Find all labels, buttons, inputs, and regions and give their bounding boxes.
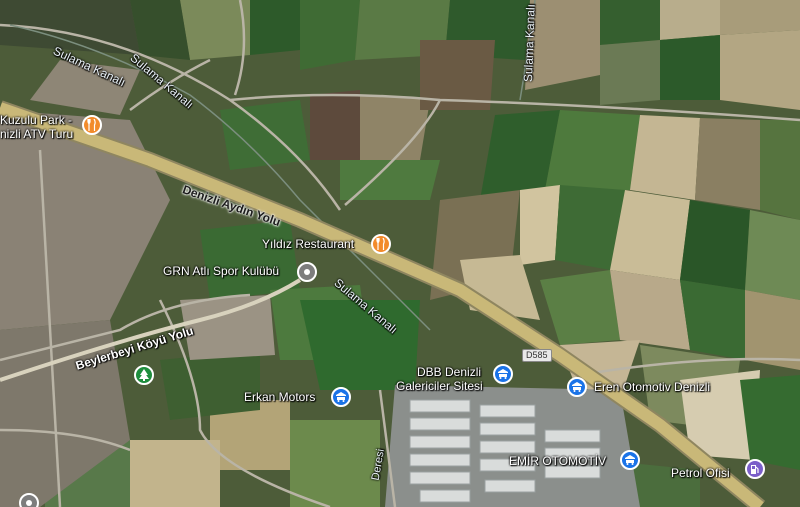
satellite-map[interactable]: Denizli Aydın Yolu Beylerbeyi Köyü Yolu … [0, 0, 800, 507]
place-label-yildiz[interactable]: Yıldız Restaurant [262, 238, 354, 250]
place-label-dbb-2[interactable]: Galericiler Sitesi [396, 380, 483, 392]
club-pin-grn[interactable] [297, 262, 317, 282]
place-label-erkan[interactable]: Erkan Motors [244, 391, 315, 403]
place-label-kuzulu-2[interactable]: nizli ATV Turu [0, 128, 73, 140]
place-label-eren[interactable]: Eren Otomotiv Denizli [594, 381, 710, 393]
place-label-kuzulu-1[interactable]: Kuzulu Park - [0, 114, 72, 126]
fork-knife-icon [87, 119, 96, 131]
business-pin-eren[interactable] [567, 377, 587, 397]
fuel-pin-petrol[interactable] [745, 459, 765, 479]
car-dealer-icon [625, 455, 635, 465]
car-dealer-icon [572, 382, 582, 392]
fork-knife-icon [376, 238, 385, 250]
park-pin[interactable] [134, 365, 154, 385]
place-label-emir[interactable]: EMİR OTOMOTİV [509, 455, 606, 467]
dot-pin-icon [304, 269, 310, 275]
canal-label-3: Sulama Kanalı [521, 3, 538, 83]
place-label-dbb-1[interactable]: DBB Denizli [417, 366, 481, 378]
car-dealer-icon [336, 392, 346, 402]
restaurant-pin-kuzulu[interactable] [82, 115, 102, 135]
restaurant-pin-yildiz[interactable] [371, 234, 391, 254]
tree-icon [139, 369, 149, 381]
dot-pin-icon [26, 500, 32, 506]
business-pin-dbb[interactable] [493, 364, 513, 384]
fuel-pump-icon [751, 464, 759, 474]
route-shield: D585 [522, 349, 552, 362]
place-label-grn[interactable]: GRN Atlı Spor Kulübü [163, 265, 279, 277]
business-pin-emir[interactable] [620, 450, 640, 470]
business-pin-erkan[interactable] [331, 387, 351, 407]
club-pin-partial[interactable] [19, 493, 39, 507]
place-label-petrol[interactable]: Petrol Ofisi [671, 467, 730, 479]
car-dealer-icon [498, 369, 508, 379]
